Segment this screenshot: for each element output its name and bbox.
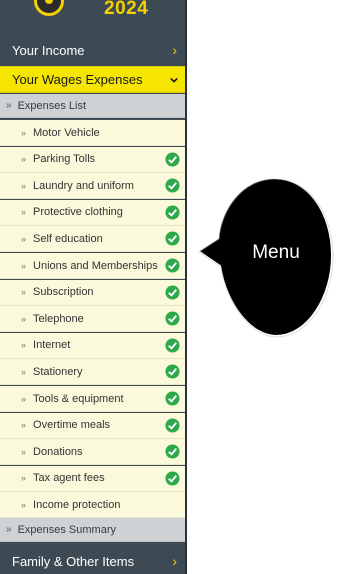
expense-item-label: Motor Vehicle — [33, 126, 100, 139]
expense-item-label: Unions and Memberships — [33, 259, 158, 272]
callout-text: Menu — [252, 242, 300, 263]
year-label: 2024 — [104, 0, 149, 19]
double-chevron-icon: » — [21, 446, 27, 457]
double-chevron-icon: » — [21, 420, 27, 431]
expense-item[interactable]: » Donations — [0, 439, 187, 466]
expense-item[interactable]: » Overtime meals — [0, 412, 187, 439]
double-chevron-icon: » — [21, 180, 27, 191]
check-circle-icon — [165, 444, 180, 459]
expense-item[interactable]: » Tax agent fees — [0, 465, 187, 492]
sidebar: 2024 Your Income › Your Wages Expenses »… — [0, 0, 187, 574]
expense-item[interactable]: » Telephone — [0, 306, 187, 333]
expense-item-label: Donations — [33, 445, 83, 458]
nav-family-other-items-label: Family & Other Items — [12, 553, 135, 569]
nav-expenses-list[interactable]: » Expenses List — [0, 94, 187, 118]
check-circle-icon — [165, 231, 180, 246]
nav-family-other-items[interactable]: Family & Other Items › — [0, 548, 187, 574]
chevron-right-icon: › — [172, 42, 177, 58]
expense-item-label: Tools & equipment — [33, 392, 124, 405]
expense-item-label: Laundry and uniform — [33, 179, 134, 192]
check-circle-icon — [165, 364, 180, 379]
check-circle-icon — [165, 338, 180, 353]
expense-item-label: Internet — [33, 339, 71, 352]
nav-expenses-summary[interactable]: » Expenses Summary — [0, 518, 187, 542]
check-circle-icon — [165, 418, 180, 433]
expense-item[interactable]: » Self education — [0, 226, 187, 253]
double-chevron-icon: » — [21, 233, 27, 244]
double-chevron-icon: » — [21, 366, 27, 377]
check-circle-icon — [165, 391, 180, 406]
expense-item[interactable]: » Protective clothing — [0, 199, 187, 226]
expense-item-label: Tax agent fees — [33, 472, 105, 485]
double-chevron-icon: » — [6, 524, 12, 535]
expense-item[interactable]: » Laundry and uniform — [0, 173, 187, 200]
nav-your-income[interactable]: Your Income › — [0, 37, 187, 63]
check-circle-icon — [165, 311, 180, 326]
double-chevron-icon: » — [21, 127, 27, 138]
expense-item-label: Protective clothing — [33, 206, 123, 219]
sidebar-header: 2024 — [0, 0, 187, 24]
double-chevron-icon: » — [21, 340, 27, 351]
expense-item[interactable]: » Stationery — [0, 359, 187, 386]
nav-your-wages-expenses-label: Your Wages Expenses — [12, 72, 143, 87]
double-chevron-icon: » — [21, 499, 27, 510]
nav-your-wages-expenses[interactable]: Your Wages Expenses — [0, 66, 187, 93]
chevron-right-icon: › — [172, 553, 177, 569]
double-chevron-icon: » — [21, 154, 27, 165]
menu-callout: Menu — [196, 176, 336, 338]
expense-item[interactable]: » Motor Vehicle — [0, 120, 187, 146]
expense-item-label: Stationery — [33, 365, 83, 378]
double-chevron-icon: » — [21, 207, 27, 218]
check-circle-icon — [165, 471, 180, 486]
double-chevron-icon: » — [21, 473, 27, 484]
double-chevron-icon: » — [21, 260, 27, 271]
expense-item-label: Income protection — [33, 498, 121, 511]
expense-item-label: Overtime meals — [33, 419, 111, 432]
nav-expenses-list-label: Expenses List — [17, 99, 87, 112]
check-circle-icon — [165, 178, 180, 193]
speech-bubble-icon: Menu — [196, 176, 334, 338]
chevron-down-icon — [170, 77, 178, 83]
double-chevron-icon: » — [21, 393, 27, 404]
expense-item[interactable]: » Tools & equipment — [0, 386, 187, 412]
expense-item-label: Telephone — [33, 312, 84, 325]
check-circle-icon — [165, 205, 180, 220]
check-circle-icon — [165, 285, 180, 300]
double-chevron-icon: » — [21, 313, 27, 324]
expense-item[interactable]: » Parking Tolls — [0, 146, 187, 173]
expense-item[interactable]: » Internet — [0, 332, 187, 359]
double-chevron-icon: » — [21, 287, 27, 298]
expense-item[interactable]: » Subscription — [0, 279, 187, 306]
expense-item-label: Self education — [33, 232, 103, 245]
expense-item-label: Parking Tolls — [33, 153, 96, 166]
check-circle-icon — [165, 152, 180, 167]
expense-item-label: Subscription — [33, 286, 94, 299]
expense-item[interactable]: » Unions and Memberships — [0, 253, 187, 279]
nav-your-income-label: Your Income — [12, 42, 85, 58]
expense-item[interactable]: » Income protection — [0, 492, 187, 519]
check-circle-icon — [165, 258, 180, 273]
nav-expenses-summary-label: Expenses Summary — [17, 523, 116, 536]
double-chevron-icon: » — [6, 100, 12, 111]
